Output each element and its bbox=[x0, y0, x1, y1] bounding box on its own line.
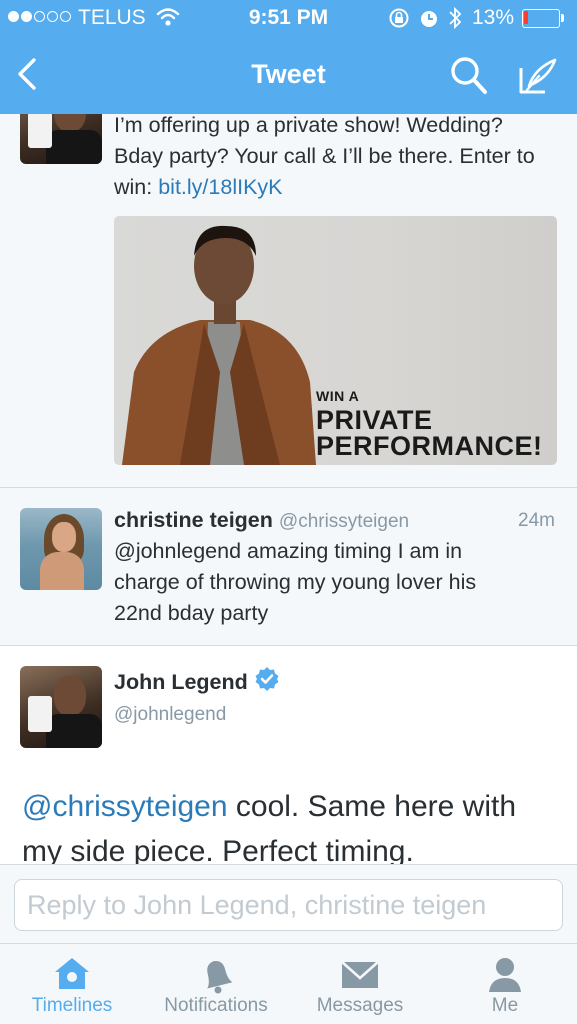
author-handle: @chrissyteigen bbox=[278, 511, 410, 532]
tweet-media-image[interactable]: WIN A PRIVATE PERFORMANCE! bbox=[114, 216, 557, 465]
search-button[interactable] bbox=[448, 54, 490, 98]
avatar-mug bbox=[28, 696, 52, 732]
rotation-lock-icon bbox=[388, 7, 410, 35]
battery-icon bbox=[522, 9, 560, 28]
tweet-text: @chrissyteigen cool. Same here with my s… bbox=[22, 784, 562, 864]
app-header: TELUS 9:51 PM 13% Tweet bbox=[0, 0, 577, 114]
compose-tweet-button[interactable] bbox=[515, 54, 561, 98]
avatar[interactable] bbox=[20, 508, 102, 590]
avatar-face bbox=[54, 676, 86, 716]
tweet-text: @johnlegend amazing timing I am in charg… bbox=[114, 539, 477, 625]
tweet-item[interactable]: christine teigen @chrissyteigen 24m @john… bbox=[0, 488, 577, 646]
tweet-mention[interactable]: @chrissyteigen bbox=[22, 790, 228, 823]
promo-caption-small: WIN A bbox=[316, 388, 360, 404]
tab-label: Notifications bbox=[164, 995, 268, 1016]
tab-timelines[interactable]: Timelines bbox=[0, 944, 144, 1024]
battery-level-fill bbox=[524, 11, 528, 24]
author-name: John Legend bbox=[114, 670, 248, 694]
battery-percentage: 13% bbox=[472, 6, 515, 29]
home-icon bbox=[55, 958, 89, 989]
compose-icon bbox=[519, 58, 557, 94]
alarm-icon bbox=[418, 6, 440, 36]
tab-me[interactable]: Me bbox=[433, 944, 577, 1024]
tab-bar: Timelines Notifications Messages Me bbox=[0, 944, 577, 1024]
avatar-body bbox=[46, 130, 102, 164]
tweet-link[interactable]: bit.ly/18lIKyK bbox=[158, 175, 282, 199]
search-icon bbox=[451, 57, 487, 94]
person-icon bbox=[489, 958, 521, 992]
avatar-face bbox=[52, 522, 76, 552]
bluetooth-icon bbox=[446, 4, 464, 38]
promo-caption-large: PRIVATE bbox=[316, 405, 433, 435]
tab-label: Messages bbox=[316, 995, 404, 1016]
tab-label: Timelines bbox=[31, 995, 113, 1016]
author-handle: @johnlegend bbox=[114, 704, 227, 725]
avatar-mug bbox=[28, 114, 52, 148]
promo-caption-large: PERFORMANCE! bbox=[316, 431, 543, 461]
bell-icon bbox=[207, 961, 233, 994]
envelope-icon bbox=[341, 961, 379, 988]
battery-tip bbox=[561, 14, 564, 22]
tab-label: Me bbox=[491, 995, 519, 1016]
navigation-bar: Tweet bbox=[0, 38, 577, 114]
status-bar: TELUS 9:51 PM 13% bbox=[0, 0, 577, 38]
tweet-text: I’m offering up a private show! Wedding?… bbox=[114, 114, 554, 203]
tab-messages[interactable]: Messages bbox=[288, 944, 432, 1024]
focused-tweet[interactable]: John Legend @johnlegend @chrissyteigen c… bbox=[0, 646, 577, 864]
verified-badge-icon bbox=[254, 666, 280, 698]
avatar-body bbox=[46, 714, 102, 748]
tweet-author[interactable]: christine teigen @chrissyteigen bbox=[114, 508, 409, 533]
avatar[interactable] bbox=[20, 114, 102, 164]
reply-bar bbox=[0, 864, 577, 944]
promo-photo-person bbox=[122, 225, 316, 465]
tweet-timestamp: 24m bbox=[518, 510, 555, 531]
tweet-conversation[interactable]: I’m offering up a private show! Wedding?… bbox=[0, 114, 577, 864]
reply-input[interactable] bbox=[14, 879, 563, 931]
tweet-item[interactable]: I’m offering up a private show! Wedding?… bbox=[0, 114, 577, 488]
avatar-body bbox=[40, 552, 84, 590]
author-name: christine teigen bbox=[114, 508, 273, 532]
page-title: Tweet bbox=[251, 59, 326, 89]
tweet-author[interactable]: John Legend bbox=[114, 666, 280, 698]
avatar[interactable] bbox=[20, 666, 102, 748]
tab-notifications[interactable]: Notifications bbox=[144, 944, 288, 1024]
